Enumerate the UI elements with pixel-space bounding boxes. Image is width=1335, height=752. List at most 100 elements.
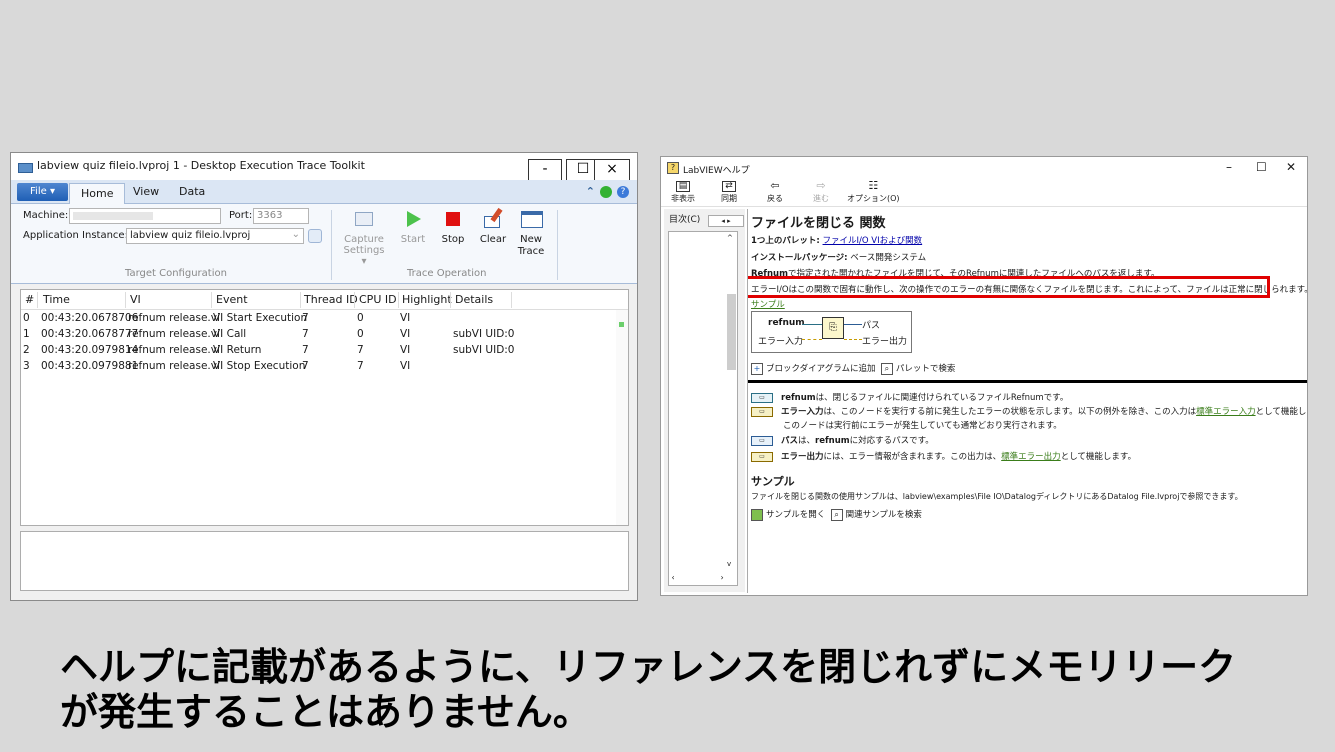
package-line: インストールパッケージ: ベース開発システム — [751, 253, 927, 263]
trace-toolkit-window: labview quiz fileio.lvproj 1 - Desktop E… — [10, 152, 638, 601]
play-icon — [402, 208, 424, 230]
sample-link[interactable]: サンプル — [751, 298, 785, 310]
back-button[interactable]: ⇦ 戻る — [767, 180, 783, 204]
port-input[interactable]: 3363 — [253, 208, 309, 224]
connection-status-icon — [600, 185, 612, 198]
terminal-refnum: ▭ refnumは、閉じるファイルに関連付けられているファイルRefnumです。 — [751, 391, 1068, 403]
trace-operation-group-label: Trace Operation — [407, 268, 487, 279]
machine-value-redacted — [73, 212, 153, 220]
group-separator — [331, 210, 332, 280]
table-scrollbar[interactable] — [616, 310, 628, 525]
col-header[interactable]: # — [25, 293, 34, 306]
col-header[interactable]: Time — [43, 293, 70, 306]
terminal-path: ▭ パスは、refnumに対応するパスです。 — [751, 434, 934, 446]
col-header[interactable]: Event — [216, 293, 248, 306]
highlight-box — [748, 276, 1270, 298]
col-header[interactable]: Thread ID — [304, 293, 358, 306]
app-instance-label: Application Instance: — [23, 230, 128, 241]
eraser-icon — [482, 207, 504, 230]
close-button[interactable]: ✕ — [1286, 160, 1296, 174]
refnum-terminal-icon: ▭ — [751, 392, 773, 403]
col-header[interactable]: VI — [130, 293, 141, 306]
add-icon[interactable]: + — [751, 362, 763, 375]
node-error-out-label: エラー出力 — [862, 337, 908, 347]
scroll-marker — [619, 322, 624, 327]
function-node-diagram: refnum エラー入力 ⎘ パス エラー出力 — [751, 311, 912, 353]
hide-button[interactable]: ▤ 非表示 — [671, 181, 695, 204]
table-row[interactable]: 3 00:43:20.0979881 refnum release.vi VI Sto… — [21, 359, 616, 375]
clear-button[interactable]: Clear — [477, 207, 509, 245]
col-header[interactable]: Highlight — [402, 293, 452, 306]
open-sample-link[interactable]: サンプルを開く — [766, 510, 825, 520]
slide-caption: ヘルプに記載があるように、リファレンスを閉じれずにメモリリーク が発生することは… — [60, 645, 1320, 735]
col-header[interactable]: CPU ID — [359, 293, 397, 306]
terminal-error-out: ▭ エラー出力には、エラー情報が含まれます。この出力は、標準エラー出力として機能し… — [751, 450, 1136, 462]
add-to-diagram-link[interactable]: ブロックダイアグラムに追加 — [766, 364, 875, 374]
new-trace-icon — [520, 208, 543, 230]
tab-home[interactable]: Home — [69, 183, 126, 205]
options-button[interactable]: ☷ オプション(O) — [847, 180, 900, 204]
maximize-button[interactable]: ☐ — [1256, 160, 1267, 174]
palette-link[interactable]: ファイルI/O VIおよび関数 — [823, 236, 923, 246]
contents-hscrollbar[interactable]: ‹ › — [669, 571, 737, 585]
tab-data[interactable]: Data — [179, 185, 205, 198]
node-refnum-label: refnum — [768, 318, 805, 328]
file-menu-button[interactable]: File ▾ — [17, 183, 68, 201]
tab-contents[interactable]: 目次(C) — [669, 212, 700, 225]
tab-view[interactable]: View — [133, 185, 159, 198]
sync-button[interactable]: ⇄ 同期 — [721, 181, 737, 204]
start-button[interactable]: Start — [399, 208, 427, 245]
forward-arrow-icon: ⇨ — [816, 179, 826, 192]
path-terminal-icon: ▭ — [751, 435, 773, 446]
table-row[interactable]: 1 00:43:20.0678777 refnum release.vi VI Cal… — [21, 327, 616, 343]
table-row[interactable]: 0 00:43:20.0678706 refnum release.vi VI Sta… — [21, 311, 616, 327]
close-file-node-icon: ⎘ — [822, 317, 844, 339]
close-button[interactable]: × — [594, 159, 630, 181]
hide-pane-icon: ▤ — [676, 181, 690, 192]
sample-heading: サンプル — [751, 475, 795, 488]
open-sample-icon[interactable] — [751, 508, 763, 521]
table-row[interactable]: 2 00:43:20.0979814 refnum release.vi VI Ret… — [21, 343, 616, 359]
help-app-icon: ? — [667, 162, 679, 174]
find-on-palette-link[interactable]: パレットで検索 — [896, 364, 956, 374]
node-path-label: パス — [862, 321, 881, 331]
minimize-button[interactable]: - — [528, 159, 562, 181]
terminal-error-in: ▭ エラー入力は、このノードを実行する前に発生したエラーの状態を示します。以下の例… — [751, 405, 1307, 417]
trace-window-title: labview quiz fileio.lvproj 1 - Desktop E… — [37, 159, 365, 172]
section-divider — [748, 380, 1307, 383]
terminal-error-in-note: このノードは実行前にエラーが発生していても通常どおり実行されます。 — [783, 421, 1062, 431]
contents-scrollbar[interactable]: ^ v — [725, 232, 737, 570]
caption-line-1: ヘルプに記載があるように、リファレンスを閉じれずにメモリリーク — [60, 645, 1237, 689]
caption-line-2: が発生することはありません。 — [60, 690, 591, 734]
collapse-ribbon-icon[interactable]: ⌃ — [586, 185, 595, 198]
help-toolbar: ▤ 非表示 ⇄ 同期 ⇦ 戻る ⇨ 進む ☷ オプション(O) — [661, 179, 1307, 207]
trace-table: # Time VI Event Thread ID CPU ID Highlig… — [20, 289, 629, 526]
labview-help-window: ? LabVIEWヘルプ – ☐ ✕ ▤ 非表示 ⇄ 同期 ⇦ 戻る ⇨ 進む … — [660, 156, 1308, 596]
ribbon-status-area: ⌃ ? — [586, 185, 629, 198]
contents-tree[interactable]: ^ v ‹ › — [668, 231, 738, 586]
node-error-in-label: エラー入力 — [758, 337, 804, 347]
target-config-group-label: Target Configuration — [125, 268, 227, 279]
new-trace-button[interactable]: New Trace — [516, 208, 546, 258]
col-header[interactable]: Details — [455, 293, 493, 306]
nav-tab-scroll-icon[interactable]: ◂ ▸ — [708, 215, 744, 227]
standard-error-in-link[interactable]: 標準エラー入力 — [1196, 407, 1256, 417]
ribbon-body: Machine: Port: 3363 Application Instance… — [11, 204, 637, 284]
trace-table-header: # Time VI Event Thread ID CPU ID Highlig… — [21, 290, 628, 310]
help-content: ファイルを閉じる 関数 1つ上のパレット: ファイルI/O VIおよび関数 イン… — [747, 209, 1307, 593]
help-icon[interactable]: ? — [617, 185, 629, 198]
machine-label: Machine: — [23, 210, 69, 221]
refresh-icon[interactable] — [308, 229, 322, 243]
stop-button[interactable]: Stop — [439, 208, 467, 245]
forward-button[interactable]: ⇨ 進む — [813, 179, 829, 204]
ribbon-tab-bar: File ▾ Home View Data ⌃ ? — [11, 180, 637, 205]
app-instance-select[interactable]: labview quiz fileio.lvproj ⌄ — [126, 228, 304, 244]
capture-settings-button[interactable]: Capture Settings ▾ — [343, 208, 385, 267]
find-sample-link[interactable]: 関連サンプルを検索 — [846, 510, 922, 520]
minimize-button[interactable]: – — [1226, 160, 1232, 174]
trace-table-body: 0 00:43:20.0678706 refnum release.vi VI Sta… — [21, 311, 616, 375]
magnifier-icon[interactable]: ⌕ — [830, 508, 843, 521]
node-actions: + ブロックダイアグラムに追加 ⌕ パレットで検索 — [751, 362, 955, 375]
standard-error-out-link[interactable]: 標準エラー出力 — [1001, 452, 1061, 462]
magnifier-icon[interactable]: ⌕ — [880, 362, 893, 375]
